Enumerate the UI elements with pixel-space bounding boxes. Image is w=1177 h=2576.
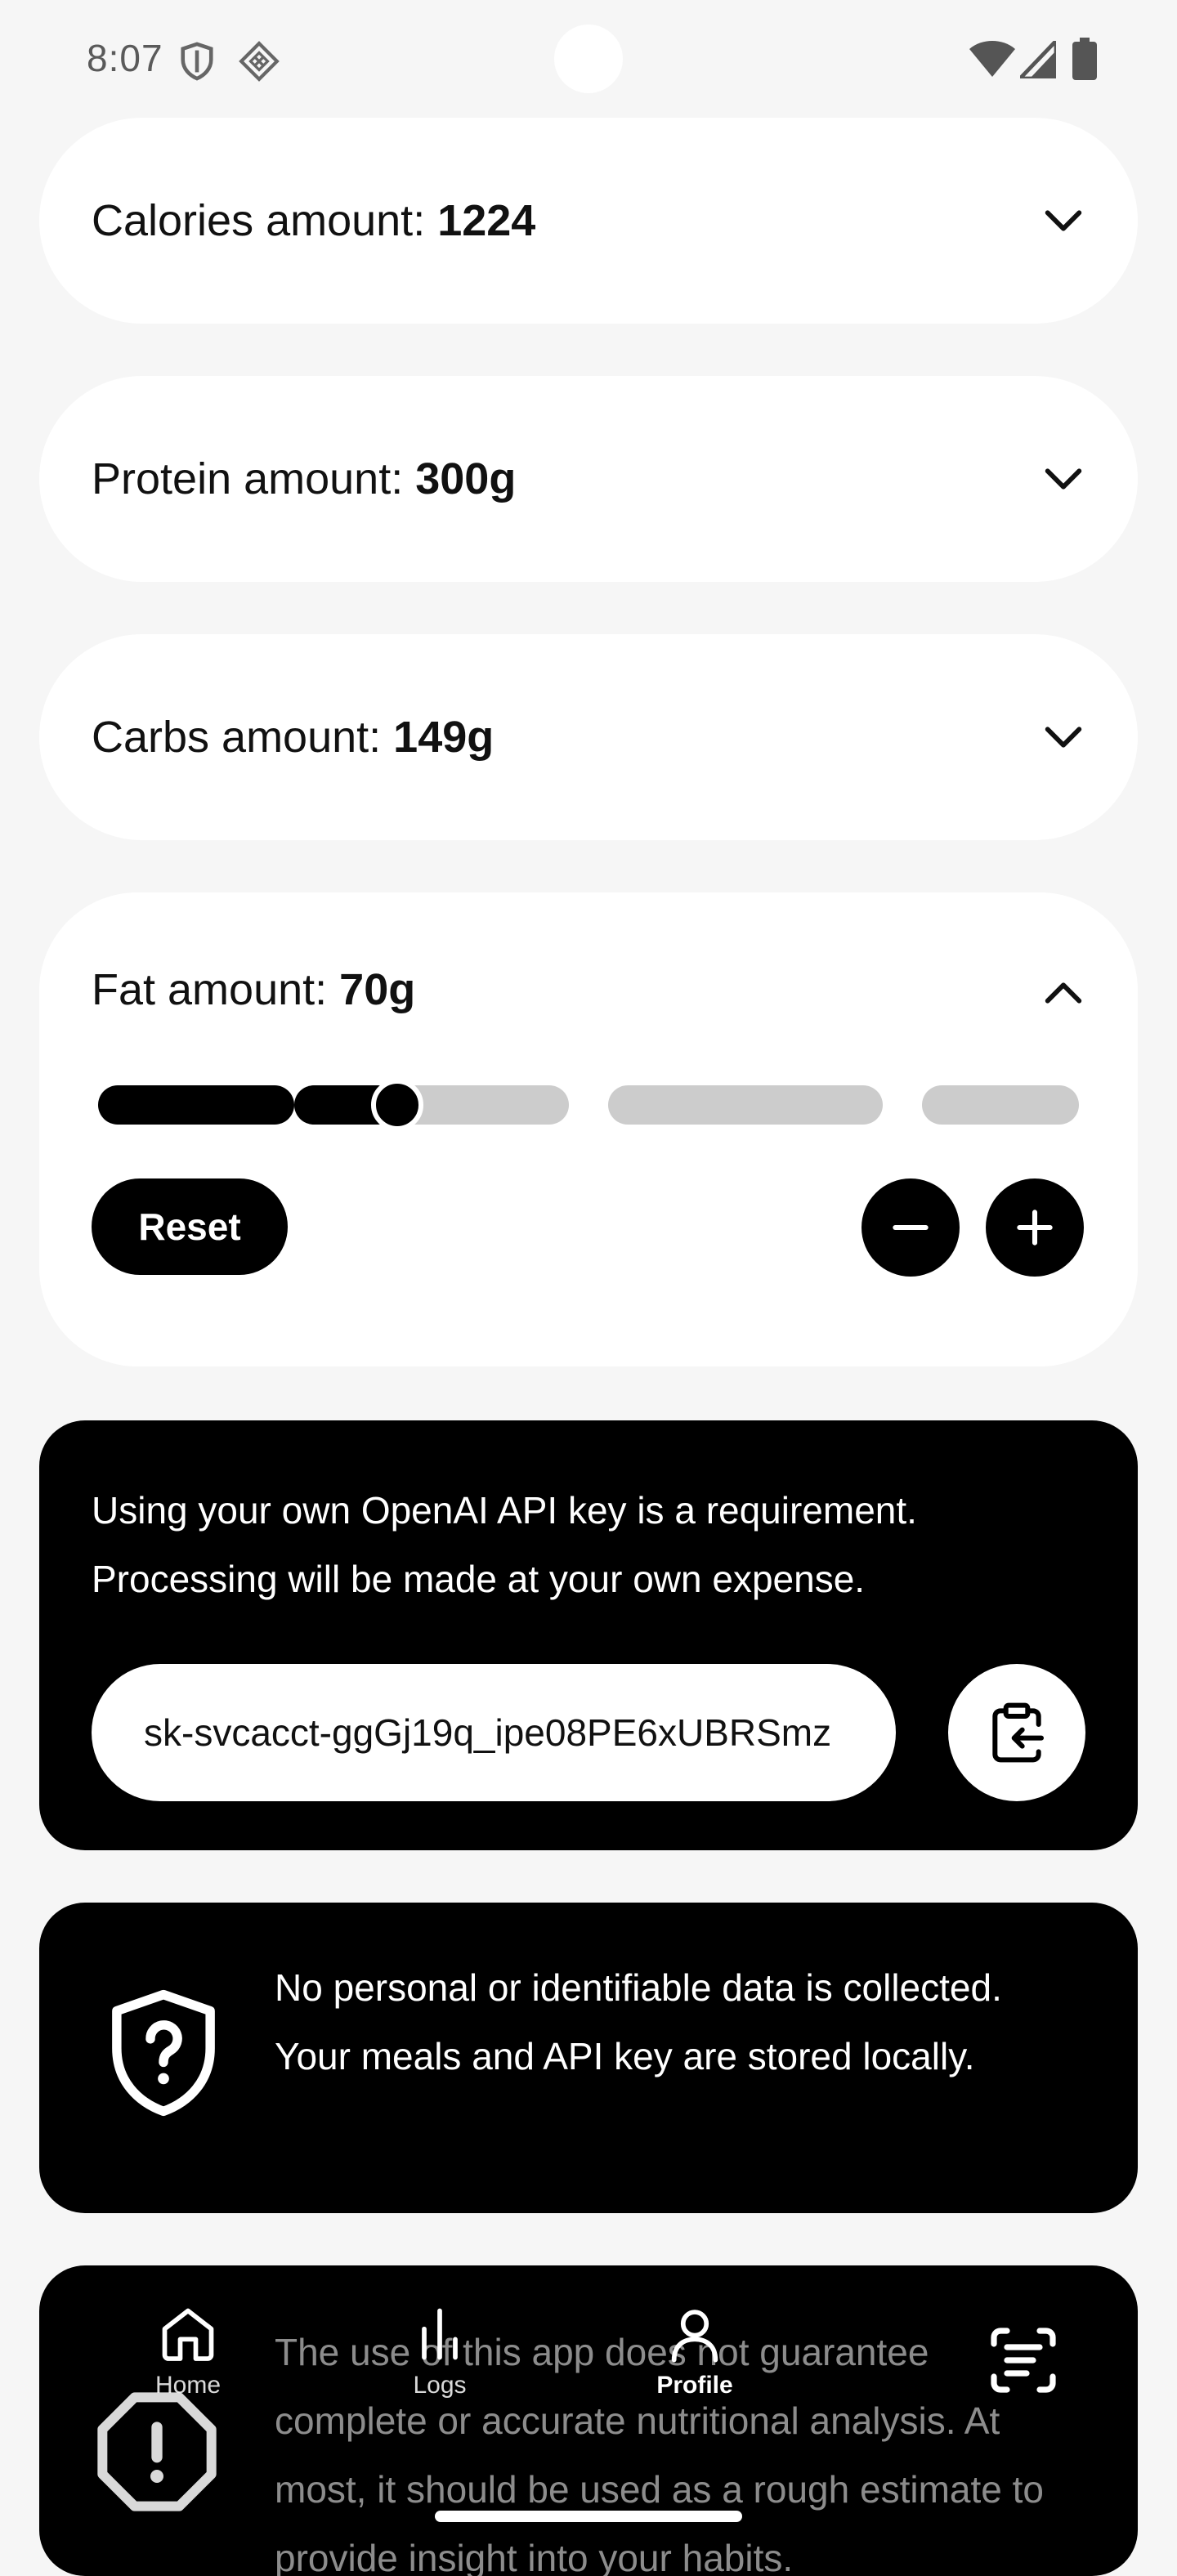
calories-card[interactable]: Calories amount: 1224 (39, 118, 1138, 324)
chevron-down-icon[interactable] (1040, 713, 1087, 761)
fat-card: Fat amount: 70g Reset (39, 892, 1138, 1366)
clipboard-paste-icon (992, 1702, 1044, 1763)
fat-label[interactable]: Fat amount: 70g (92, 964, 415, 1015)
battery-icon (1072, 38, 1097, 80)
carbs-value: 149g (393, 713, 495, 762)
shield-outline-icon (181, 42, 213, 81)
api-key-card: Using your own OpenAI API key is a requi… (39, 1420, 1138, 1850)
protein-card[interactable]: Protein amount: 300g (39, 376, 1138, 582)
api-key-input[interactable] (92, 1664, 896, 1801)
carbs-card[interactable]: Carbs amount: 149g (39, 634, 1138, 840)
plus-icon (1017, 1210, 1053, 1246)
protein-value: 300g (415, 454, 517, 503)
calories-value: 1224 (437, 196, 536, 245)
scan-text-icon[interactable] (984, 2321, 1063, 2399)
chevron-down-icon[interactable] (1040, 455, 1087, 503)
user-icon (671, 2310, 718, 2363)
bar-chart-icon (422, 2308, 458, 2360)
home-indicator (435, 2511, 742, 2522)
carbs-label: Carbs amount: 149g (92, 713, 495, 762)
privacy-text: No personal or identifiable data is coll… (275, 1966, 1002, 2077)
signal-icon (1020, 41, 1056, 78)
home-icon (162, 2308, 214, 2361)
reset-button[interactable]: Reset (92, 1178, 288, 1275)
nav-logs-label: Logs (413, 2372, 467, 2399)
privacy-card: No personal or identifiable data is coll… (39, 1903, 1138, 2213)
calories-label: Calories amount: 1224 (92, 196, 536, 245)
nav-home-label: Home (154, 2372, 222, 2399)
increment-button[interactable] (986, 1178, 1084, 1277)
paste-button[interactable] (948, 1664, 1085, 1801)
chevron-down-icon[interactable] (1040, 197, 1087, 244)
bottom-nav: Home Logs Profile (39, 2265, 1138, 2413)
diamond-grid-icon (239, 41, 280, 82)
nav-profile-label: Profile (656, 2372, 733, 2399)
camera-cutout (554, 25, 623, 93)
status-time: 8:07 (87, 37, 163, 79)
protein-label: Protein amount: 300g (92, 454, 517, 503)
slider-thumb[interactable] (371, 1079, 423, 1131)
shield-question-icon (112, 1989, 215, 2117)
chevron-up-icon[interactable] (1040, 969, 1087, 1017)
nav-logs[interactable]: Logs (358, 2303, 521, 2399)
slider-segment-4 (922, 1085, 1079, 1125)
decrement-button[interactable] (861, 1178, 960, 1277)
slider-segment-3 (608, 1085, 883, 1125)
slider-segment-2 (294, 1085, 569, 1125)
minus-icon (893, 1224, 929, 1231)
nav-home[interactable]: Home (106, 2303, 270, 2399)
wifi-icon (969, 41, 1015, 77)
slider-segment-1 (98, 1085, 294, 1125)
api-key-description: Using your own OpenAI API key is a requi… (92, 1489, 917, 1600)
fat-value: 70g (339, 965, 416, 1014)
nav-profile[interactable]: Profile (613, 2303, 776, 2399)
status-bar: 8:07 (0, 0, 1177, 114)
